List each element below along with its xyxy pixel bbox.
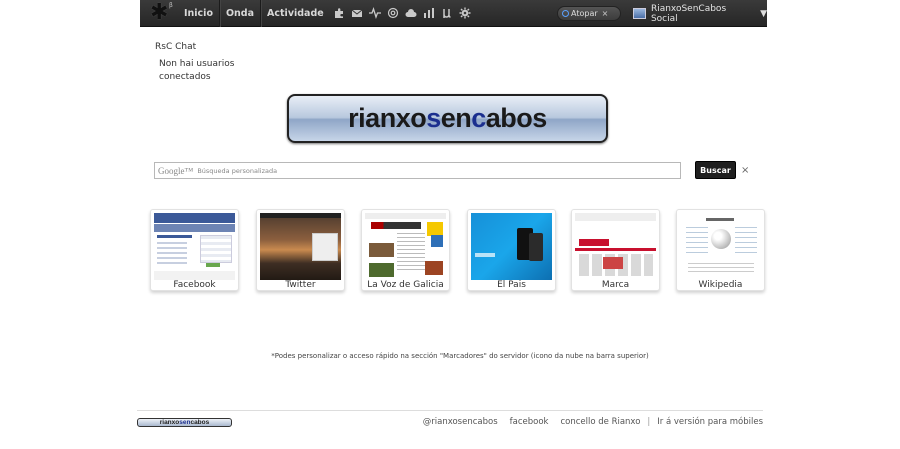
chevron-down-icon[interactable]: ▼ [760, 9, 767, 19]
mu-icon[interactable] [441, 7, 453, 19]
brand-logo: rianxosencabos [287, 94, 608, 143]
footer-logo-part: cabos [190, 419, 210, 426]
speed-dial-la-voz[interactable]: La Voz de Galicia [361, 209, 450, 291]
logo-part: rianxo [348, 103, 427, 133]
custom-search-input[interactable]: Google™ Búsqueda personalizada [154, 162, 681, 179]
topbar-search-label: Atopar [571, 9, 598, 18]
beta-badge: β [169, 2, 173, 9]
footer-divider [137, 410, 763, 411]
footer-link-twitter[interactable]: @rianxosencabos [423, 417, 498, 427]
logo-part: c [471, 103, 486, 133]
thumbnail [471, 213, 552, 280]
speed-dial-label: Marca [601, 280, 630, 290]
user-menu[interactable]: RianxoSenCabos Social ▼ [633, 0, 767, 27]
thumbnail [680, 213, 761, 280]
activity-icon[interactable] [369, 7, 381, 19]
speed-dial-facebook[interactable]: Facebook [150, 209, 239, 291]
user-name: RianxoSenCabos Social [650, 3, 727, 24]
speed-dial-wikipedia[interactable]: Wikipedia [676, 209, 765, 291]
speed-dial-marca[interactable]: Marca [571, 209, 660, 291]
logo-part: en [440, 103, 472, 133]
thumbnail [575, 213, 656, 280]
main-nav: Inicio Onda Actividade [178, 0, 330, 27]
nav-onda[interactable]: Onda [218, 0, 260, 27]
footer-link-mobile[interactable]: Ir á versión para móbiles [657, 417, 763, 427]
search-placeholder: Búsqueda personalizada [197, 166, 278, 175]
footer-logo-part: rianxo [159, 419, 180, 426]
chat-title[interactable]: RsC Chat [155, 42, 196, 52]
cloud-icon[interactable] [405, 7, 417, 19]
chat-status-message: Non hai usuarios conectados [159, 59, 235, 82]
speed-dial-label: La Voz de Galicia [367, 280, 444, 290]
search-button[interactable]: Buscar [695, 161, 736, 179]
google-label: Google™ [158, 165, 194, 176]
footer-logo-part: sen [179, 419, 191, 426]
puzzle-icon[interactable] [333, 7, 345, 19]
nav-actividade[interactable]: Actividade [260, 0, 330, 27]
nav-inicio[interactable]: Inicio [178, 0, 219, 27]
footer-link-concello[interactable]: concello de Rianxo [560, 417, 640, 427]
footer-links: @rianxosencabos facebook concello de Ria… [423, 417, 763, 427]
mail-icon[interactable] [351, 7, 363, 19]
footer-link-facebook[interactable]: facebook [510, 417, 549, 427]
search-icon [562, 10, 569, 17]
speed-dial-label: Wikipedia [698, 280, 743, 290]
clear-search-icon[interactable]: × [602, 9, 609, 18]
toolbar-icons [333, 7, 471, 19]
thumbnail [154, 213, 235, 280]
logo-part: s [426, 103, 441, 133]
topbar-search[interactable]: Atopar × [557, 6, 621, 21]
gear-icon[interactable] [459, 7, 471, 19]
speed-dial-twitter[interactable]: Twitter [256, 209, 345, 291]
site-logo-icon[interactable]: ✱ [150, 2, 168, 24]
speed-dial-label: Twitter [285, 280, 316, 290]
speed-dial-label: Facebook [173, 280, 216, 290]
speed-dial-el-pais[interactable]: El Pais [467, 209, 556, 291]
at-icon[interactable] [387, 7, 399, 19]
footer-logo[interactable]: rianxosencabos [137, 418, 232, 427]
thumbnail [260, 213, 341, 280]
chart-icon[interactable] [423, 7, 435, 19]
thumbnail [365, 213, 446, 280]
top-navigation-bar: ✱ β Inicio Onda Actividade Atopar × Rian… [140, 0, 767, 27]
footer-separator: | [647, 417, 651, 427]
avatar [633, 8, 646, 19]
speed-dial-label: El Pais [497, 280, 526, 290]
logo-part: abos [485, 103, 548, 133]
close-icon[interactable]: × [741, 165, 749, 176]
bookmarks-note: *Podes personalizar o acceso rápido na s… [271, 352, 649, 360]
